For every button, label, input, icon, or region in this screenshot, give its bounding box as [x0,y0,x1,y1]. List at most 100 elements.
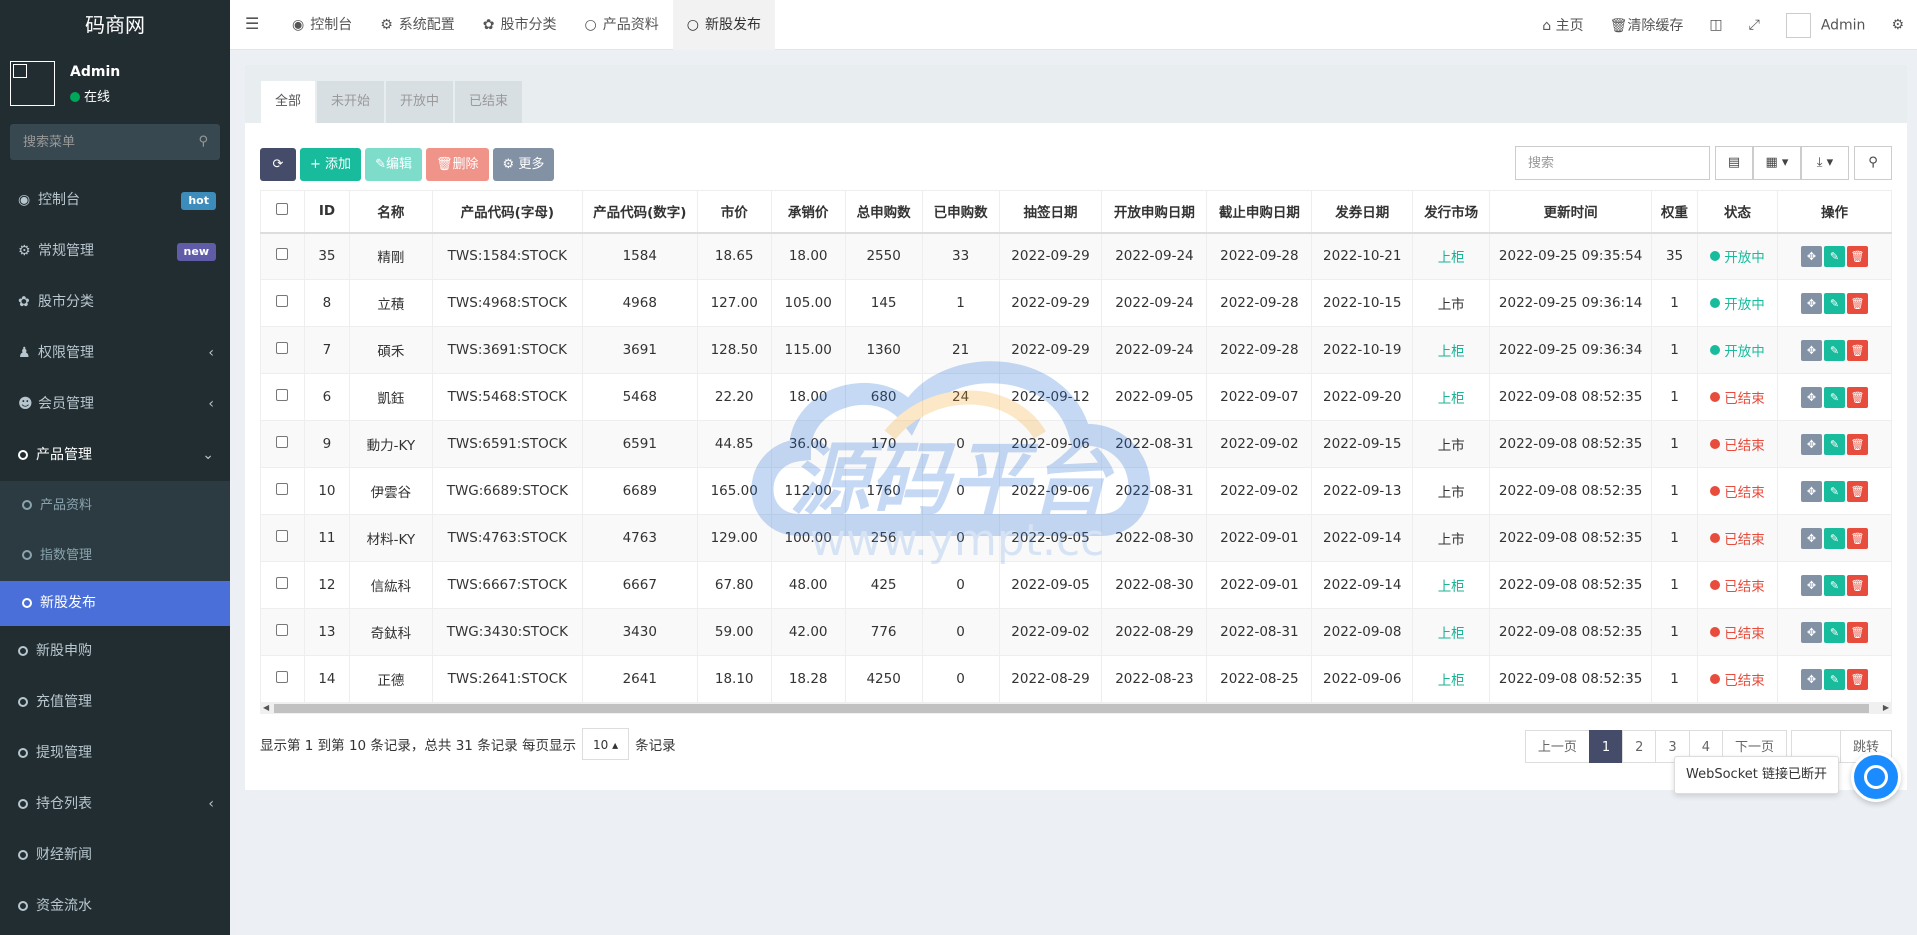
select-all-checkbox[interactable] [260,190,305,234]
admin-menu[interactable]: Admin [1773,12,1879,38]
table-row[interactable]: 14 正德 TWS:2641:STOCK 2641 18.10 18.28 4250 0 202… [260,655,1893,703]
table-search-input[interactable] [1515,146,1710,180]
brand-logo[interactable]: 码商网 [0,0,230,50]
col-header[interactable]: 名称 [348,190,433,234]
col-header[interactable]: 产品代码(数字) [581,190,698,234]
menu-search-input[interactable] [10,124,220,160]
col-header[interactable]: ID [303,190,350,234]
sidebar-item-members[interactable]: ☻ 会员管理 ‹ [0,379,230,430]
edit-icon[interactable]: ✎ [1823,339,1845,361]
row-checkbox[interactable] [260,420,305,468]
sidebar-item-positions[interactable]: 持仓列表 ‹ [0,779,230,830]
refresh-button[interactable]: ⟳ [260,148,296,181]
table-row[interactable]: 11 材料-KY TWS:4763:STOCK 4763 129.00 100.00 256… [260,514,1893,562]
delete-icon[interactable]: 🗑 [1846,386,1868,408]
delete-icon[interactable]: 🗑 [1846,621,1868,643]
drag-move-icon[interactable]: ✥ [1800,527,1822,549]
delete-icon[interactable]: 🗑 [1846,668,1868,690]
sidebar-item-recharge[interactable]: 充值管理 [0,677,230,728]
table-row[interactable]: 13 奇鈦科 TWG:3430:STOCK 3430 59.00 42.00 776 0 202… [260,608,1893,656]
col-header[interactable]: 状态 [1697,190,1778,234]
drag-move-icon[interactable]: ✥ [1800,574,1822,596]
delete-icon[interactable]: 🗑 [1846,292,1868,314]
sidebar-item-permissions[interactable]: ♟ 权限管理 ‹ [0,328,230,379]
drag-move-icon[interactable]: ✥ [1800,621,1822,643]
sidebar-item-general[interactable]: ⚙ 常规管理 new [0,226,230,277]
edit-icon[interactable]: ✎ [1823,386,1845,408]
sidebar-item-ipo-subscribe[interactable]: 新股申购 [0,626,230,677]
prev-page-button[interactable]: 上一页 [1524,730,1590,763]
col-header[interactable]: 发券日期 [1311,190,1414,234]
sidebar-subitem-ipo-release[interactable]: 新股发布 [0,581,230,626]
delete-icon[interactable]: 🗑 [1846,574,1868,596]
drag-move-icon[interactable]: ✥ [1800,292,1822,314]
tab-ipo-release[interactable]: ○ 新股发布 [672,0,775,50]
sidebar-item-market-category[interactable]: ✿ 股市分类 [0,277,230,328]
scroll-left-icon[interactable]: ◀ [263,702,269,714]
row-checkbox[interactable] [260,279,305,327]
edit-icon[interactable]: ✎ [1823,245,1845,267]
toggle-view-button[interactable]: ▤ [1715,146,1753,180]
page-button[interactable]: 2 [1622,730,1657,763]
drag-move-icon[interactable]: ✥ [1800,668,1822,690]
row-checkbox[interactable] [260,561,305,609]
table-row[interactable]: 6 凱鈺 TWS:5468:STOCK 5468 22.20 18.00 680 24 2022… [260,373,1893,421]
sidebar-subitem-index[interactable]: 指数管理 [0,531,230,581]
col-header[interactable]: 总申购数 [844,190,923,234]
table-row[interactable]: 8 立積 TWS:4968:STOCK 4968 127.00 105.00 145 1 202… [260,279,1893,327]
horizontal-scrollbar[interactable]: ◀ ▶ [260,702,1892,714]
col-header[interactable]: 更新时间 [1489,190,1653,234]
delete-icon[interactable]: 🗑 [1846,527,1868,549]
edit-icon[interactable]: ✎ [1823,527,1845,549]
language-icon[interactable]: ◫ [1696,17,1735,33]
scrollbar-thumb[interactable] [274,704,1869,713]
columns-button[interactable]: ▦ ▾ [1753,146,1801,180]
page-size-select[interactable]: 10 ▴ [581,728,630,760]
delete-button[interactable]: 🗑删除 [425,148,489,181]
search-icon[interactable]: ⚲ [198,134,208,149]
col-header[interactable]: 截止申购日期 [1206,190,1313,234]
advanced-search-button[interactable]: ⚲ [1854,146,1892,180]
edit-button[interactable]: ✎编辑 [365,148,422,181]
edit-icon[interactable]: ✎ [1823,621,1845,643]
settings-gear-icon[interactable]: ⚙ [1878,17,1917,33]
add-button[interactable]: + 添加 [300,148,362,181]
drag-move-icon[interactable]: ✥ [1800,386,1822,408]
row-checkbox[interactable] [260,608,305,656]
page-button[interactable]: 1 [1588,730,1624,763]
col-header[interactable]: 产品代码(字母) [431,190,583,234]
filter-tab-ended[interactable]: 已结束 [455,81,523,123]
fullscreen-icon[interactable]: ⤢ [1736,17,1773,33]
row-checkbox[interactable] [260,655,305,703]
tab-product-info[interactable]: ○ 产品资料 [571,0,673,50]
row-checkbox[interactable] [260,373,305,421]
home-link[interactable]: ⌂ 主页 [1529,15,1596,35]
row-checkbox[interactable] [260,467,305,515]
table-row[interactable]: 12 信紘科 TWS:6667:STOCK 6667 67.80 48.00 425 0 202… [260,561,1893,609]
drag-move-icon[interactable]: ✥ [1800,339,1822,361]
drag-move-icon[interactable]: ✥ [1800,245,1822,267]
filter-tab-all[interactable]: 全部 [261,81,316,123]
sidebar-item-products[interactable]: 产品管理 ⌄ [0,430,230,481]
col-header[interactable]: 开放申购日期 [1101,190,1208,234]
export-button[interactable]: ⤓ ▾ [1801,146,1849,180]
drag-move-icon[interactable]: ✥ [1800,433,1822,455]
table-row[interactable]: 7 碩禾 TWS:3691:STOCK 3691 128.50 115.00 1360 21 2… [260,326,1893,374]
table-row[interactable]: 35 精剛 TWS:1584:STOCK 1584 18.65 18.00 2550 33 20… [260,232,1893,280]
menu-toggle-icon[interactable]: ☰ [245,14,259,33]
edit-icon[interactable]: ✎ [1823,433,1845,455]
edit-icon[interactable]: ✎ [1823,480,1845,502]
sidebar-item-withdraw[interactable]: 提现管理 [0,728,230,779]
more-button[interactable]: ⚙ 更多 [492,148,555,181]
delete-icon[interactable]: 🗑 [1846,433,1868,455]
sidebar-subitem-product-info[interactable]: 产品资料 [0,481,230,531]
edit-icon[interactable]: ✎ [1823,574,1845,596]
col-header[interactable]: 抽签日期 [998,190,1103,234]
col-header[interactable]: 发行市场 [1412,190,1491,234]
clear-cache-button[interactable]: 🗑清除缓存 [1597,15,1697,35]
filter-tab-not-started[interactable]: 未开始 [317,81,385,123]
row-checkbox[interactable] [260,232,305,280]
col-header[interactable]: 承销价 [770,190,846,234]
edit-icon[interactable]: ✎ [1823,668,1845,690]
chat-button[interactable] [1851,752,1901,802]
